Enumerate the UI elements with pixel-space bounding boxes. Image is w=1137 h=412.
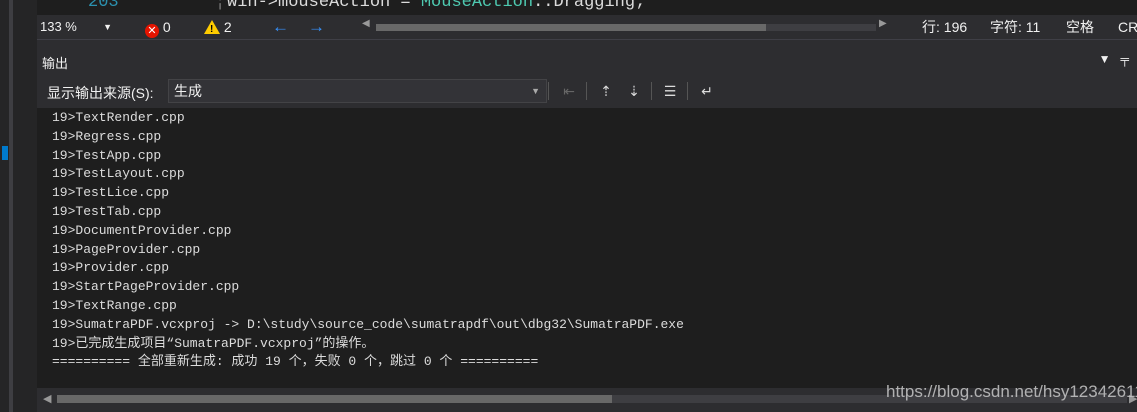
error-icon: ✕ [145, 24, 159, 38]
output-line: 19>DocumentProvider.cpp [52, 222, 232, 238]
output-line: 19>SumatraPDF.vcxproj -> D:\study\source… [52, 316, 684, 332]
line-number: 203 [88, 0, 119, 12]
output-line: 19>TestLayout.cpp [52, 166, 185, 182]
clear-all-icon[interactable]: ☰ [660, 81, 680, 101]
zoom-select[interactable]: 133 % ▼ [40, 18, 112, 36]
output-panel-header: 输出 ▼ ╤ [37, 48, 1137, 74]
output-line: 19>TestTab.cpp [52, 203, 162, 219]
error-count-value: 0 [162, 19, 171, 35]
toolbar-divider [586, 82, 587, 100]
warning-count-value: 2 [223, 19, 232, 35]
next-message-icon[interactable]: ⇣ [624, 81, 644, 101]
scroll-left-icon[interactable]: ◀ [362, 18, 370, 29]
warning-count[interactable]: ! 2 [204, 18, 232, 36]
output-text-area[interactable]: 19>TextRender.cpp 19>Regress.cpp 19>TestAp… [37, 108, 1137, 388]
output-line: 19>Provider.cpp [52, 260, 170, 276]
previous-message-icon[interactable]: ⇡ [596, 81, 616, 101]
source-label: 显示输出来源(S): [47, 85, 154, 101]
goto-error-icon[interactable]: ⇤ [559, 81, 579, 101]
scroll-thumb[interactable] [57, 395, 612, 403]
output-line: 19>PageProvider.cpp [52, 241, 201, 257]
editor-status-bar: 133 % ▼ ✕ 0 ! 2 ← → ◀ ▶ 行: 196 字符: 11 空格 … [37, 15, 1137, 40]
scroll-right-icon[interactable]: ▶ [879, 18, 887, 29]
toolbar-divider [687, 82, 688, 100]
output-line: 19>StartPageProvider.cpp [52, 279, 240, 295]
panel-window-icons: ▼ ╤ [1099, 52, 1129, 66]
output-line: 19>TestLice.cpp [52, 185, 170, 201]
pin-icon[interactable]: ╤ [1120, 52, 1129, 66]
watermark: https://blog.csdn.net/hsy12342611 [886, 382, 1137, 401]
whitespace-mode[interactable]: 空格 [1066, 18, 1094, 36]
toolbar-divider [651, 82, 652, 100]
indent-guide: ¦ [215, 0, 226, 12]
chevron-down-icon[interactable]: ▼ [1099, 52, 1111, 66]
char-position[interactable]: 字符: 11 [990, 18, 1040, 36]
navigate-backward-icon[interactable]: ← [272, 18, 289, 36]
word-wrap-icon[interactable]: ↵ [697, 81, 717, 101]
source-value: 生成 [174, 83, 202, 99]
toolbar-divider [548, 82, 549, 100]
output-line: 19>TestApp.cpp [52, 147, 162, 163]
code-suffix: ::Dragging; [533, 0, 646, 12]
code-editor[interactable]: 203 ¦ win->mouseAction = MouseAction::Dra… [37, 0, 1137, 15]
navigate-forward-icon[interactable]: → [308, 18, 325, 36]
left-gutter [0, 0, 37, 412]
line-ending[interactable]: CR [1118, 18, 1137, 36]
code-line[interactable]: ¦ win->mouseAction = MouseAction::Draggin… [215, 0, 646, 12]
gutter-rail [9, 0, 13, 412]
output-line: ========== 全部重新生成: 成功 19 个，失败 0 个，跳过 0 个… [52, 354, 539, 370]
scroll-thumb[interactable] [376, 24, 766, 31]
code-class-token: MouseAction [420, 0, 534, 12]
output-lines: 19>TextRender.cpp 19>Regress.cpp 19>TestAp… [52, 109, 684, 372]
output-source-dropdown[interactable]: 生成 ▼ [168, 79, 547, 103]
output-line: 19>TextRange.cpp [52, 297, 177, 313]
output-panel-title: 输出 [42, 56, 69, 71]
error-count[interactable]: ✕ 0 [145, 18, 171, 38]
output-line: 19>TextRender.cpp [52, 110, 185, 125]
output-line: 19>Regress.cpp [52, 128, 162, 144]
output-line: 19>已完成生成项目“SumatraPDF.vcxproj”的操作。 [52, 335, 375, 351]
chevron-down-icon: ▼ [103, 22, 112, 32]
gutter-marker [2, 146, 8, 160]
zoom-value: 133 % [40, 19, 77, 34]
chevron-down-icon: ▼ [531, 86, 540, 96]
warning-icon: ! [204, 20, 220, 35]
code-prefix: win->mouseAction = [227, 0, 421, 12]
editor-horizontal-scrollbar[interactable]: ◀ ▶ [362, 18, 887, 33]
line-position[interactable]: 行: 196 [922, 18, 967, 36]
scroll-left-icon[interactable]: ◀ [43, 392, 51, 405]
output-source-row: 显示输出来源(S): 生成 ▼ ⇤ ⇡ ⇣ ☰ ↵ [37, 76, 1137, 106]
